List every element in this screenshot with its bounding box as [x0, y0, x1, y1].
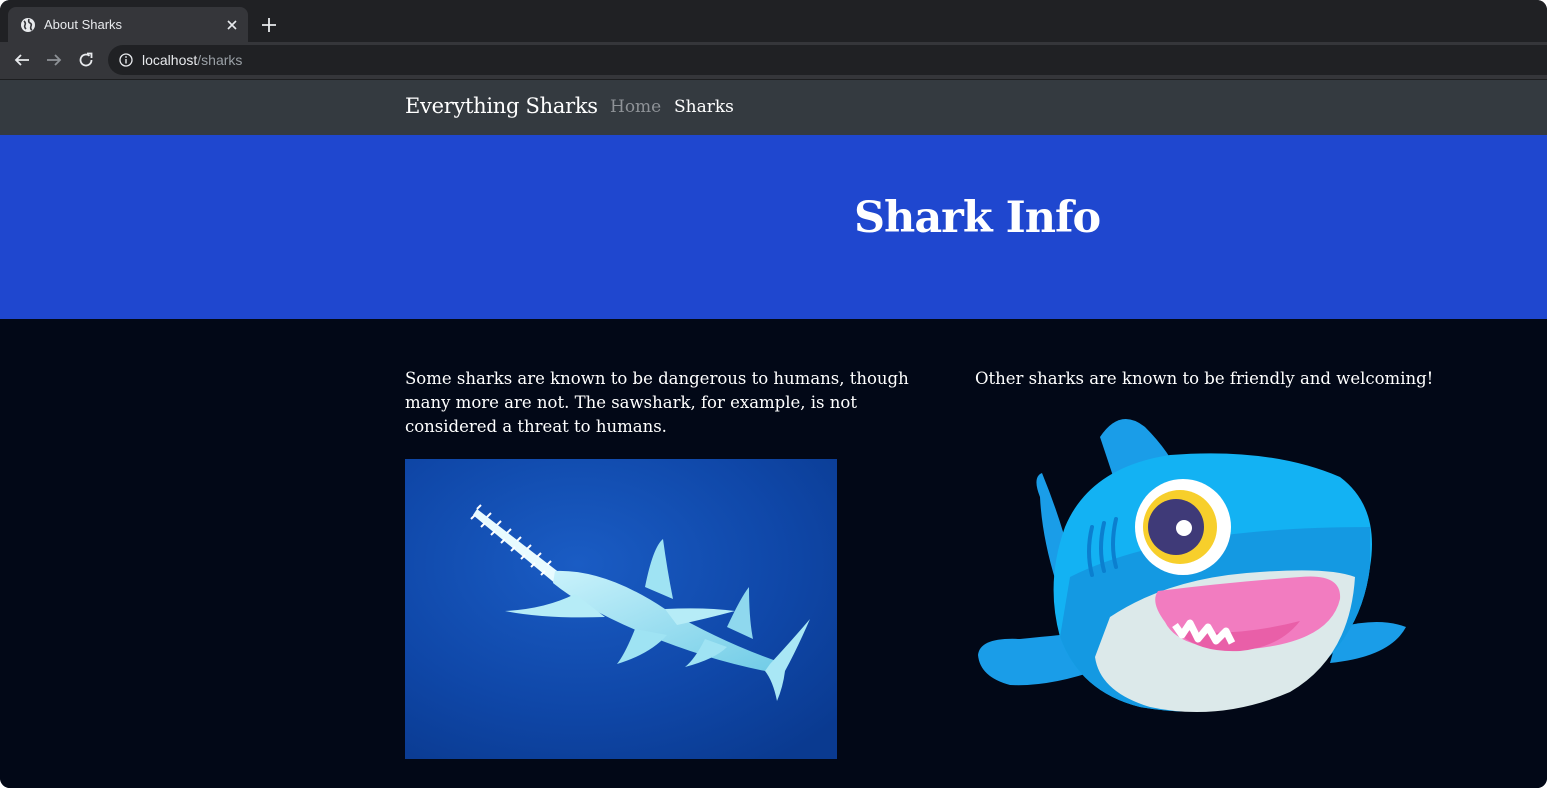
cartoon-shark-illustration [978, 419, 1406, 712]
back-arrow-icon[interactable] [13, 51, 31, 69]
new-tab-plus-icon[interactable] [260, 16, 278, 34]
address-bar[interactable]: localhost/sharks [108, 45, 1547, 75]
browser-window: About Sharks localhost/sharks Everything… [0, 0, 1547, 788]
close-icon[interactable] [224, 17, 240, 33]
main-content: Some sharks are known to be dangerous to… [0, 319, 1547, 788]
sawshark-photo [405, 459, 837, 759]
site-navbar: Everything Sharks Home Sharks [0, 80, 1547, 135]
nav-link-sharks[interactable]: Sharks [674, 97, 734, 117]
url-host: localhost [142, 52, 198, 68]
info-icon[interactable] [119, 53, 133, 67]
hero-banner: Shark Info [0, 135, 1547, 319]
tab-title: About Sharks [44, 17, 123, 32]
nav-link-home[interactable]: Home [610, 97, 661, 117]
forward-arrow-icon[interactable] [45, 51, 63, 69]
tab-strip: About Sharks [0, 0, 1547, 42]
left-paragraph: Some sharks are known to be dangerous to… [405, 369, 909, 436]
browser-tab[interactable]: About Sharks [8, 7, 248, 42]
url-path: /sharks [197, 52, 243, 68]
globe-icon [21, 18, 35, 32]
url-text[interactable]: localhost/sharks [142, 52, 242, 68]
browser-toolbar: localhost/sharks [0, 42, 1547, 80]
page-title: Shark Info [854, 193, 1101, 243]
right-paragraph: Other sharks are known to be friendly an… [975, 369, 1434, 388]
reload-icon[interactable] [77, 51, 95, 69]
navbar-brand[interactable]: Everything Sharks [405, 94, 598, 118]
